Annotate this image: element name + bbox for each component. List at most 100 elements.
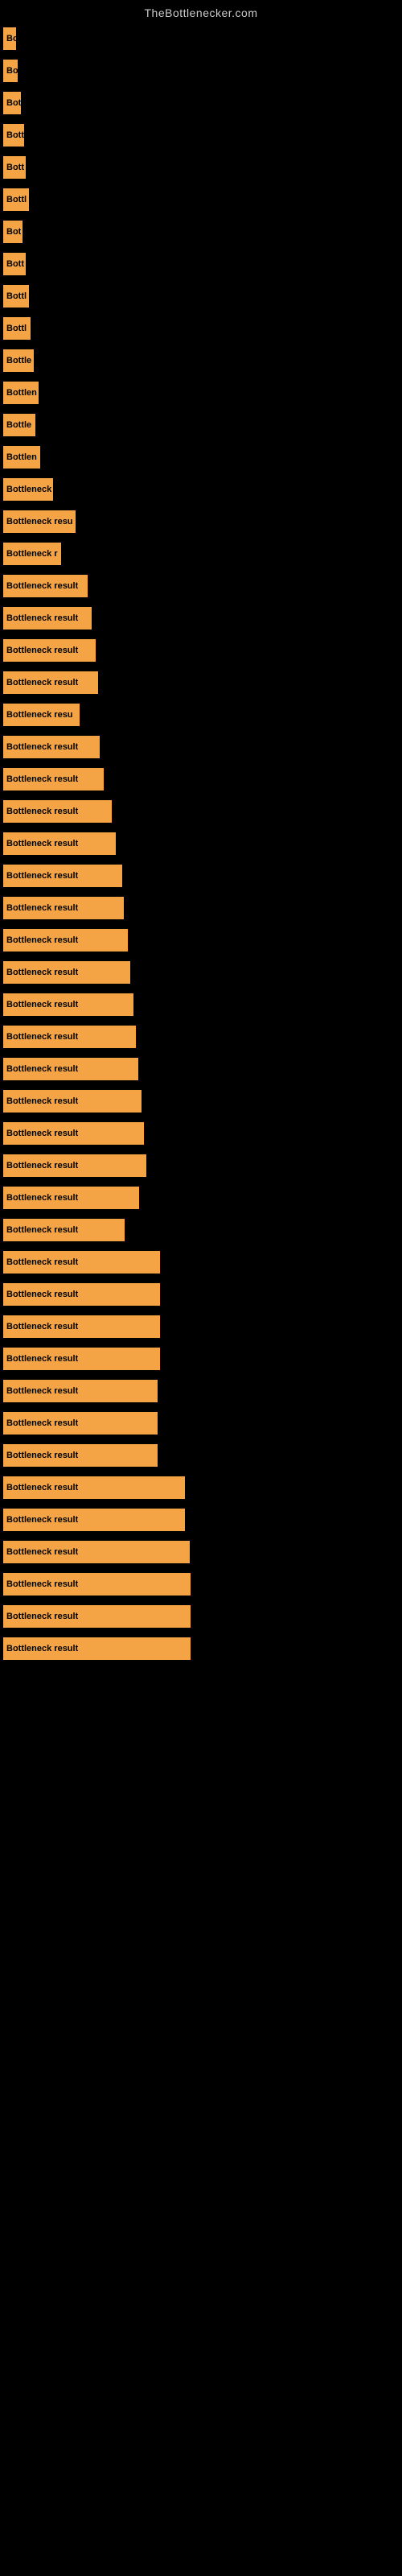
bar-label: Bottleneck result xyxy=(6,1000,78,1009)
bar: Bottleneck result xyxy=(3,1509,185,1531)
bar-label: Bottlen xyxy=(6,388,37,398)
bar-label: Bottle xyxy=(6,356,31,365)
bar-row: Bott xyxy=(0,119,402,151)
bar-row: Bottlen xyxy=(0,377,402,409)
bar: Bottleneck result xyxy=(3,1541,190,1563)
bar: Bottlen xyxy=(3,382,39,404)
bar-label: Bottleneck result xyxy=(6,1225,78,1235)
bar: Bottleneck result xyxy=(3,671,98,694)
bar: Bottleneck result xyxy=(3,1026,136,1048)
bar-row: Bottleneck result xyxy=(0,1182,402,1214)
bar-row: Bottleneck result xyxy=(0,1085,402,1117)
bar-label: Bott xyxy=(6,130,24,140)
bar: Bottleneck result xyxy=(3,1219,125,1241)
bar-row: Bottleneck result xyxy=(0,1343,402,1375)
bar: Bottleneck resu xyxy=(3,704,80,726)
bar-label: Bottleneck result xyxy=(6,1644,78,1653)
bar-row: Bottleneck result xyxy=(0,763,402,795)
bar-row: Bott xyxy=(0,248,402,280)
bar-row: Bottlen xyxy=(0,441,402,473)
bar-label: Bottleneck result xyxy=(6,1451,78,1460)
bar: Bo xyxy=(3,27,16,50)
bar-label: Bottleneck result xyxy=(6,935,78,945)
bar-row: Bottleneck result xyxy=(0,667,402,699)
bar: Bottleneck result xyxy=(3,929,128,952)
bar: Bottleneck r xyxy=(3,543,61,565)
bar-row: Bottleneck result xyxy=(0,1214,402,1246)
bar-row: Bottle xyxy=(0,409,402,441)
bar: Bottleneck result xyxy=(3,1380,158,1402)
bar-label: Bottleneck result xyxy=(6,1064,78,1074)
bar: Bott xyxy=(3,253,26,275)
bar-label: Bottle xyxy=(6,420,31,430)
bar-label: Bottleneck result xyxy=(6,807,78,816)
bar-row: Bottleneck result xyxy=(0,795,402,828)
bar-row: Bottleneck result xyxy=(0,1504,402,1536)
bar-row: Bottleneck result xyxy=(0,602,402,634)
bar-label: Bottl xyxy=(6,291,27,301)
bar-row: Bottleneck result xyxy=(0,570,402,602)
bar-label: Bottleneck result xyxy=(6,1515,78,1525)
bar-label: Bottleneck result xyxy=(6,1579,78,1589)
bar-row: Bottleneck result xyxy=(0,1472,402,1504)
bar-label: Bottleneck result xyxy=(6,871,78,881)
bar-label: Bottleneck result xyxy=(6,1193,78,1203)
bar-label: Bottleneck result xyxy=(6,646,78,655)
bar-row: Bottleneck result xyxy=(0,1568,402,1600)
bar: Bottleneck result xyxy=(3,897,124,919)
bar-row: Bot xyxy=(0,216,402,248)
bar: Bottl xyxy=(3,188,29,211)
bar-label: Bottleneck result xyxy=(6,839,78,848)
bar-label: Bottleneck result xyxy=(6,1032,78,1042)
bar: Bottleneck result xyxy=(3,736,100,758)
bar-label: Bott xyxy=(6,259,24,269)
site-title: TheBottlenecker.com xyxy=(0,0,402,23)
bar-label: Bottleneck result xyxy=(6,581,78,591)
bar: Bottleneck result xyxy=(3,1573,191,1596)
bar-label: Bottleneck result xyxy=(6,1418,78,1428)
bar-label: Bottleneck result xyxy=(6,1322,78,1331)
bar-row: Bottleneck result xyxy=(0,1311,402,1343)
bar-row: Bottleneck xyxy=(0,473,402,506)
bar-row: Bottleneck result xyxy=(0,989,402,1021)
bar: Bottleneck result xyxy=(3,832,116,855)
bar-label: Bot xyxy=(6,98,21,108)
bar-row: Bottleneck result xyxy=(0,1600,402,1633)
bar: Bottleneck result xyxy=(3,1348,160,1370)
bar-row: Bottle xyxy=(0,345,402,377)
bar-row: Bottleneck result xyxy=(0,634,402,667)
bar: Bottleneck result xyxy=(3,1154,146,1177)
bar-label: Bottleneck result xyxy=(6,1483,78,1492)
bar-row: Bottleneck result xyxy=(0,1536,402,1568)
bar: Bottl xyxy=(3,317,31,340)
bar: Bott xyxy=(3,156,26,179)
bar-label: Bottleneck result xyxy=(6,774,78,784)
bar-label: Bo xyxy=(6,34,16,43)
bar-row: Bottleneck result xyxy=(0,860,402,892)
bars-container: Bo Bo Bot Bott Bott Bottl Bot Bott Bottl Bottl Bot… xyxy=(0,23,402,1665)
bar-label: Bottleneck result xyxy=(6,1354,78,1364)
bar-label: Bot xyxy=(6,227,21,237)
bar: Bottleneck result xyxy=(3,607,92,630)
bar-row: Bottleneck resu xyxy=(0,699,402,731)
bar-row: Bottleneck resu xyxy=(0,506,402,538)
bar-label: Bottleneck resu xyxy=(6,710,73,720)
bar-label: Bottleneck resu xyxy=(6,517,73,526)
bar: Bottleneck result xyxy=(3,1058,138,1080)
bar-row: Bottleneck result xyxy=(0,1278,402,1311)
bar-label: Bottl xyxy=(6,324,27,333)
bar: Bottleneck result xyxy=(3,865,122,887)
bar-row: Bottleneck result xyxy=(0,828,402,860)
bar: Bot xyxy=(3,221,23,243)
bar-label: Bottleneck result xyxy=(6,1386,78,1396)
bar: Bottleneck result xyxy=(3,768,104,791)
bar: Bot xyxy=(3,92,21,114)
bar-row: Bottleneck result xyxy=(0,1117,402,1150)
bar: Bottleneck result xyxy=(3,1637,191,1660)
bar-row: Bottl xyxy=(0,184,402,216)
bar-row: Bottleneck result xyxy=(0,924,402,956)
bar-label: Bottleneck result xyxy=(6,903,78,913)
bar-label: Bottleneck result xyxy=(6,1096,78,1106)
bar-label: Bottleneck result xyxy=(6,1547,78,1557)
bar-label: Bo xyxy=(6,66,18,76)
